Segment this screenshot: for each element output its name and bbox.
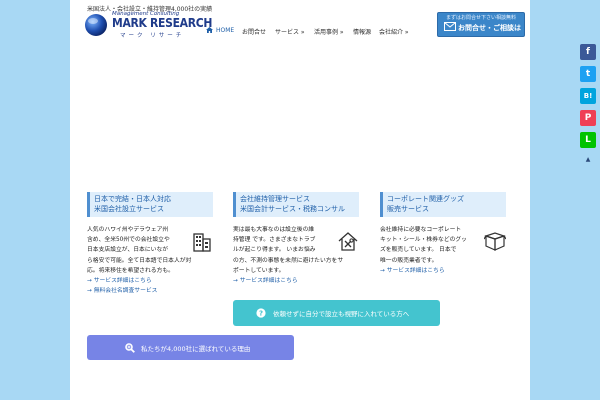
twitter-share-button[interactable]: t xyxy=(580,66,596,82)
card-text-line: ポートしています。 xyxy=(233,267,285,274)
cta-caption: まずはお問合せ下さい相談無料 xyxy=(445,15,516,21)
card-text-line: 持管理 です。さまざまなトラブ xyxy=(233,237,316,244)
nav-label: HOME xyxy=(216,27,235,34)
logo-title: MARK RESEARCH xyxy=(112,16,213,30)
service-card-maintenance: 会社維持管理サービス 米国会計サービス・税務コンサル 実は最も大事なのは設立後の… xyxy=(233,192,359,286)
nav-item-about[interactable]: 会社紹介 » xyxy=(379,27,409,36)
house-tools-icon xyxy=(338,232,358,251)
facebook-icon: f xyxy=(586,47,590,57)
search-icon xyxy=(125,343,135,353)
card-text-line: ズを販売しています。 日本で xyxy=(380,247,457,254)
site-logo[interactable]: Management Consulting MARK RESEARCH マーク … xyxy=(84,11,224,39)
card-title-line: コーポレート関連グッズ xyxy=(387,195,464,203)
home-icon xyxy=(206,27,213,33)
nav-item-cases[interactable]: 活用事例 » xyxy=(314,27,344,36)
card-text-line: 唯一の販売業者です。 xyxy=(380,257,438,264)
card-text-line: キット・シール・株券などのグッ xyxy=(380,237,467,244)
nav-item-services[interactable]: サービス » xyxy=(275,27,305,36)
building-icon xyxy=(193,233,211,252)
line-icon: L xyxy=(585,135,591,145)
logo-globe-icon xyxy=(85,14,107,36)
card-body: 実は最も大事なのは設立後の維 持管理 です。さまざまなトラブ ルが起こり得ます。… xyxy=(233,225,359,286)
card-text-line: 日本支店設立が、日本にいなが xyxy=(87,247,169,254)
service-detail-link[interactable]: → サービス詳細はこちら xyxy=(233,276,359,286)
pocket-share-button[interactable]: P xyxy=(580,110,596,126)
card-header[interactable]: 日本で完結・日本人対応 米国会社設立サービス xyxy=(87,192,213,217)
hatena-icon: B! xyxy=(583,92,593,100)
card-body: 人気のハワイ州やデラウェア州 含め、全米50州での会社設立や 日本支店設立が、日… xyxy=(87,225,213,296)
card-text-line: 応。将来移住を希望される方も。 xyxy=(87,267,174,274)
card-title-line: 会社維持管理サービス xyxy=(240,195,310,203)
card-text-line: の方、不測の事態を未然に避けたい方をサ xyxy=(233,257,344,264)
pocket-icon: P xyxy=(584,113,592,123)
card-header[interactable]: 会社維持管理サービス 米国会計サービス・税務コンサル xyxy=(233,192,359,217)
card-text-line: ルが起こり得ます。 いまお悩み xyxy=(233,247,316,254)
card-text-line: 実は最も大事なのは設立後の維 xyxy=(233,227,315,233)
facebook-share-button[interactable]: f xyxy=(580,44,596,60)
page-container: 米国法人・会社設立・維持管理4,000社の実績 Management Consu… xyxy=(70,0,530,400)
card-text-line: ら格安で可能。全て日本語で日本人が対 xyxy=(87,257,192,264)
service-card-setup: 日本で完結・日本人対応 米国会社設立サービス 人気のハワイ州やデラウェア州 含め… xyxy=(87,192,213,296)
envelope-icon xyxy=(444,22,456,31)
cta-label: お問合せ・ご相談は xyxy=(458,24,521,32)
box-icon xyxy=(484,232,506,251)
service-card-goods: コーポレート関連グッズ 販売サービス 会社維持に必要なコーポレート キット・シー… xyxy=(380,192,506,276)
line-share-button[interactable]: L xyxy=(580,132,596,148)
reasons-button[interactable]: 私たちが4,000社に選ばれている理由 xyxy=(87,335,294,360)
service-detail-link[interactable]: → サービス詳細はこちら xyxy=(87,276,213,286)
service-detail-link[interactable]: → サービス詳細はこちら xyxy=(380,266,506,276)
card-body: 会社維持に必要なコーポレート キット・シール・株券などのグッ ズを販売しています… xyxy=(380,225,506,276)
logo-kana: マーク リサーチ xyxy=(120,33,185,39)
card-header[interactable]: コーポレート関連グッズ 販売サービス xyxy=(380,192,506,217)
self-setup-button[interactable]: ? 依頼せずに自分で設立も視野に入れている方へ xyxy=(233,300,440,326)
card-title-line: 販売サービス xyxy=(387,205,429,213)
self-setup-label: 依頼せずに自分で設立も視野に入れている方へ xyxy=(273,310,410,318)
card-text-line: 会社維持に必要なコーポレート xyxy=(380,227,462,233)
card-title-line: 日本で完結・日本人対応 xyxy=(94,195,171,203)
card-text-line: 人気のハワイ州やデラウェア州 xyxy=(87,227,169,233)
share-more-icon[interactable]: ▲ xyxy=(580,156,596,163)
card-title-line: 米国会社設立サービス xyxy=(94,205,164,213)
twitter-icon: t xyxy=(585,69,591,79)
nav-item-contact[interactable]: お問合せ xyxy=(242,27,266,36)
hatena-share-button[interactable]: B! xyxy=(580,88,596,104)
question-circle-icon: ? xyxy=(256,308,266,318)
contact-cta-button[interactable]: まずはお問合せ下さい相談無料 お問合せ・ご相談は xyxy=(437,12,525,37)
nav-item-home[interactable]: HOME xyxy=(206,27,234,34)
reasons-label: 私たちが4,000社に選ばれている理由 xyxy=(141,345,251,353)
card-text-line: 含め、全米50州での会社設立や xyxy=(87,237,170,244)
nav-item-info[interactable]: 情報源 xyxy=(353,27,371,36)
free-name-check-link[interactable]: → 無料会社名調査サービス xyxy=(87,286,213,296)
svg-text:?: ? xyxy=(259,310,263,318)
card-title-line: 米国会計サービス・税務コンサル xyxy=(240,205,345,213)
